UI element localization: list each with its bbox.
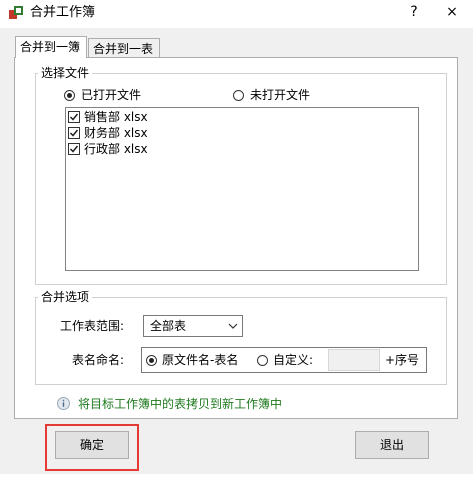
file-checkbox-admin[interactable] bbox=[68, 143, 80, 155]
ok-button-highlight bbox=[45, 424, 139, 471]
radio-naming-custom-label: 自定义: bbox=[273, 353, 314, 367]
bottom-strip bbox=[0, 474, 473, 484]
help-button[interactable]: ? bbox=[402, 0, 426, 24]
file-label-finance: 财务部 xlsx bbox=[84, 126, 148, 140]
sheet-range-select[interactable]: 全部表 bbox=[143, 315, 243, 337]
file-checkbox-sales[interactable] bbox=[68, 111, 80, 123]
file-label-admin: 行政部 xlsx bbox=[84, 142, 148, 156]
sheet-range-value: 全部表 bbox=[150, 319, 187, 333]
sheet-range-label: 工作表范围: bbox=[60, 319, 125, 333]
tab-merge-to-workbook[interactable]: 合并到一簿 bbox=[15, 36, 87, 58]
app-icon bbox=[8, 5, 24, 21]
checkmark-icon bbox=[69, 129, 79, 137]
radio-opened-files-label: 已打开文件 bbox=[81, 88, 142, 102]
suffix-label: +序号 bbox=[385, 353, 420, 367]
info-text: 将目标工作簿中的表拷贝到新工作簿中 bbox=[78, 397, 283, 411]
window-title: 合并工作簿 bbox=[30, 5, 96, 20]
radio-naming-original-label: 原文件名-表名 bbox=[162, 353, 239, 367]
merge-options-title: 合并选项 bbox=[38, 290, 93, 304]
radio-naming-original[interactable] bbox=[146, 355, 157, 366]
exit-button[interactable]: 退出 bbox=[355, 431, 429, 459]
radio-unopened-files[interactable] bbox=[233, 90, 244, 101]
chevron-down-icon bbox=[228, 323, 238, 329]
file-checkbox-finance[interactable] bbox=[68, 127, 80, 139]
info-icon bbox=[57, 397, 70, 410]
close-button[interactable]: × bbox=[438, 0, 466, 24]
radio-opened-files[interactable] bbox=[64, 90, 75, 101]
custom-name-input[interactable] bbox=[328, 349, 380, 371]
tab-merge-to-sheet[interactable]: 合并到一表 bbox=[88, 38, 160, 58]
checkmark-icon bbox=[69, 145, 79, 153]
radio-naming-custom[interactable] bbox=[257, 355, 268, 366]
select-files-title: 选择文件 bbox=[38, 66, 93, 80]
checkmark-icon bbox=[69, 113, 79, 121]
radio-unopened-files-label: 未打开文件 bbox=[250, 88, 311, 102]
file-label-sales: 销售部 xlsx bbox=[84, 110, 148, 124]
sheet-naming-label: 表名命名: bbox=[72, 353, 125, 367]
